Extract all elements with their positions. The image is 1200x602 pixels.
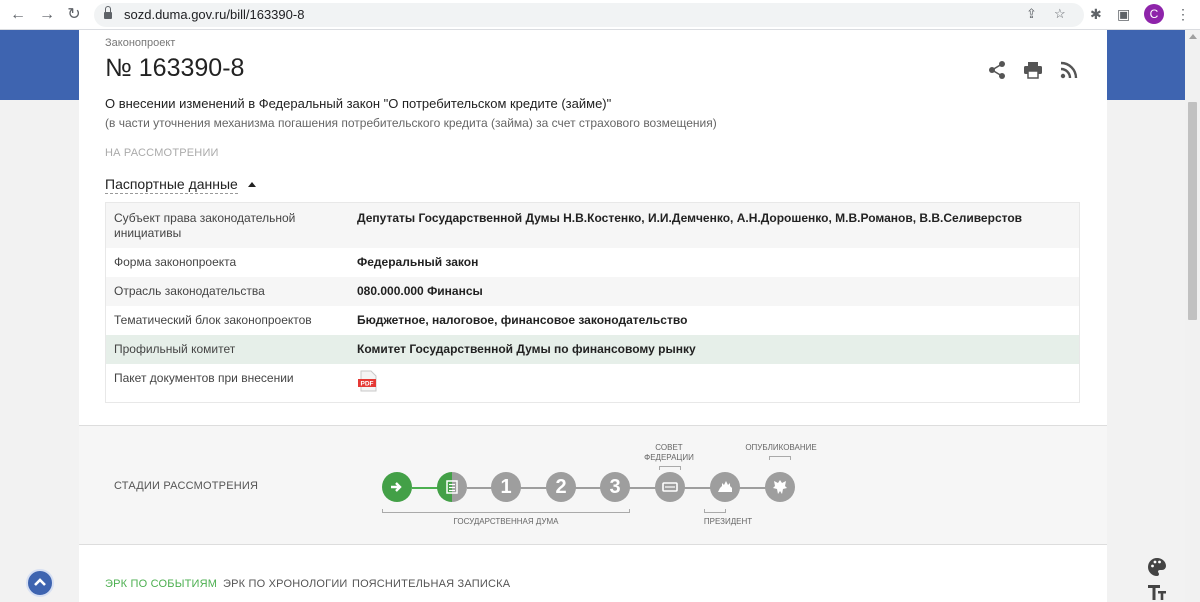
row-key: Субъект права законодательной инициативы: [114, 211, 296, 240]
bookmark-star-icon[interactable]: ☆: [1054, 6, 1066, 22]
row-key: Тематический блок законопроектов: [114, 313, 312, 327]
profile-avatar[interactable]: C: [1144, 4, 1164, 24]
bracket-president: [704, 509, 726, 513]
caret-up-icon[interactable]: [248, 182, 256, 187]
text-size-icon[interactable]: [1146, 580, 1168, 602]
menu-kebab-icon[interactable]: ⋮: [1176, 6, 1190, 23]
side-panel-icon[interactable]: ▣: [1117, 6, 1130, 23]
stages-section: СТАДИИ РАССМОТРЕНИЯ 1 2 3 СОВЕТ ФЕДЕРАЦИ…: [79, 425, 1107, 545]
stage-number: 2: [555, 476, 567, 498]
row-value: Комитет Государственной Думы по финансов…: [357, 342, 696, 356]
scroll-to-top-button[interactable]: [26, 569, 54, 597]
table-row: Форма законопроекта Федеральный закон: [106, 248, 1079, 277]
table-row: Пакет документов при внесении PDF: [106, 364, 1079, 402]
row-key: Отрасль законодательства: [114, 284, 265, 298]
arrow-right-icon: [391, 482, 402, 492]
scrollbar[interactable]: [1185, 30, 1200, 602]
table-row: Профильный комитет Комитет Государственн…: [106, 335, 1079, 364]
scroll-up-arrow-icon[interactable]: [1189, 34, 1197, 39]
bill-number: № 163390-8: [105, 54, 245, 82]
caption-publication: ОПУБЛИКОВАНИЕ: [745, 443, 817, 452]
stage-number: 1: [500, 476, 512, 498]
stages-label: СТАДИИ РАССМОТРЕНИЯ: [114, 480, 259, 492]
row-value: Федеральный закон: [357, 255, 479, 269]
passport-table: Субъект права законодательной инициативы…: [105, 202, 1080, 403]
tab-chronology[interactable]: ЭРК ПО ХРОНОЛОГИИ: [223, 578, 348, 590]
table-row: Тематический блок законопроектов Бюджетн…: [106, 306, 1079, 335]
table-row: Субъект права законодательной инициативы…: [106, 203, 1079, 248]
chevron-up-icon: [34, 578, 46, 586]
document-icon: [446, 480, 458, 494]
share-page-icon[interactable]: ⇪: [1026, 6, 1037, 22]
caption-federation-council: СОВЕТ ФЕДЕРАЦИИ: [644, 443, 694, 462]
kremlin-icon: [718, 481, 732, 492]
table-row: Отрасль законодательства 080.000.000 Фин…: [106, 277, 1079, 306]
palette-icon[interactable]: [1146, 556, 1168, 578]
reload-icon[interactable]: ↻: [64, 5, 84, 25]
scrollbar-thumb[interactable]: [1188, 102, 1197, 320]
stage-president[interactable]: [710, 472, 740, 502]
stage-first-reading[interactable]: 1: [491, 472, 521, 502]
pdf-file-icon[interactable]: PDF: [357, 370, 379, 392]
url-text[interactable]: sozd.duma.gov.ru/bill/163390-8: [124, 7, 304, 22]
lock-icon: [104, 6, 112, 19]
row-key: Форма законопроекта: [114, 255, 237, 269]
row-value: Бюджетное, налоговое, финансовое законод…: [357, 313, 688, 327]
bracket-federation: [659, 466, 681, 470]
bracket-publication: [769, 456, 791, 460]
stage-third-reading[interactable]: 3: [600, 472, 630, 502]
stage-introduction[interactable]: [382, 472, 412, 502]
browser-toolbar: ← → ↻ sozd.duma.gov.ru/bill/163390-8 ⇪ ☆…: [0, 0, 1200, 30]
stage-preliminary[interactable]: [437, 472, 467, 502]
back-arrow-icon[interactable]: ←: [8, 5, 28, 25]
forward-arrow-icon[interactable]: →: [37, 5, 57, 25]
share-icon[interactable]: [987, 60, 1007, 80]
caption-president: ПРЕЗИДЕНТ: [703, 517, 753, 526]
tab-explanatory-note[interactable]: ПОЯСНИТЕЛЬНАЯ ЗАПИСКА: [352, 578, 510, 590]
bill-type-label: Законопроект: [105, 37, 176, 49]
row-value: Депутаты Государственной Думы Н.В.Костен…: [357, 211, 1023, 225]
row-key: Пакет документов при внесении: [114, 371, 294, 385]
stage-number: 3: [609, 476, 621, 498]
bracket-duma: [382, 509, 630, 513]
row-key: Профильный комитет: [114, 342, 236, 356]
bill-tabs: ЭРК ПО СОБЫТИЯМ ЭРК ПО ХРОНОЛОГИИ ПОЯСНИ…: [79, 545, 1107, 602]
extensions-icon[interactable]: ✱: [1090, 6, 1102, 23]
council-building-icon: [662, 482, 678, 492]
bill-title: О внесении изменений в Федеральный закон…: [105, 96, 612, 111]
address-bar[interactable]: sozd.duma.gov.ru/bill/163390-8 ⇪ ☆: [94, 3, 1084, 27]
pdf-label: PDF: [361, 381, 374, 388]
bill-card: Законопроект № 163390-8 О внесении измен…: [79, 30, 1107, 425]
tab-events[interactable]: ЭРК ПО СОБЫТИЯМ: [105, 578, 217, 590]
stage-federation-council[interactable]: [655, 472, 685, 502]
stage-publication[interactable]: [765, 472, 795, 502]
print-icon[interactable]: [1023, 60, 1043, 80]
caption-duma: ГОСУДАРСТВЕННАЯ ДУМА: [453, 517, 559, 526]
emblem-icon: [773, 480, 787, 494]
bill-status: НА РАССМОТРЕНИИ: [105, 147, 219, 159]
stage-second-reading[interactable]: 2: [546, 472, 576, 502]
rss-icon[interactable]: [1059, 60, 1079, 80]
bill-subtitle: (в части уточнения механизма погашения п…: [105, 116, 717, 130]
passport-data-toggle[interactable]: Паспортные данные: [105, 176, 238, 194]
row-value: 080.000.000 Финансы: [357, 284, 483, 298]
